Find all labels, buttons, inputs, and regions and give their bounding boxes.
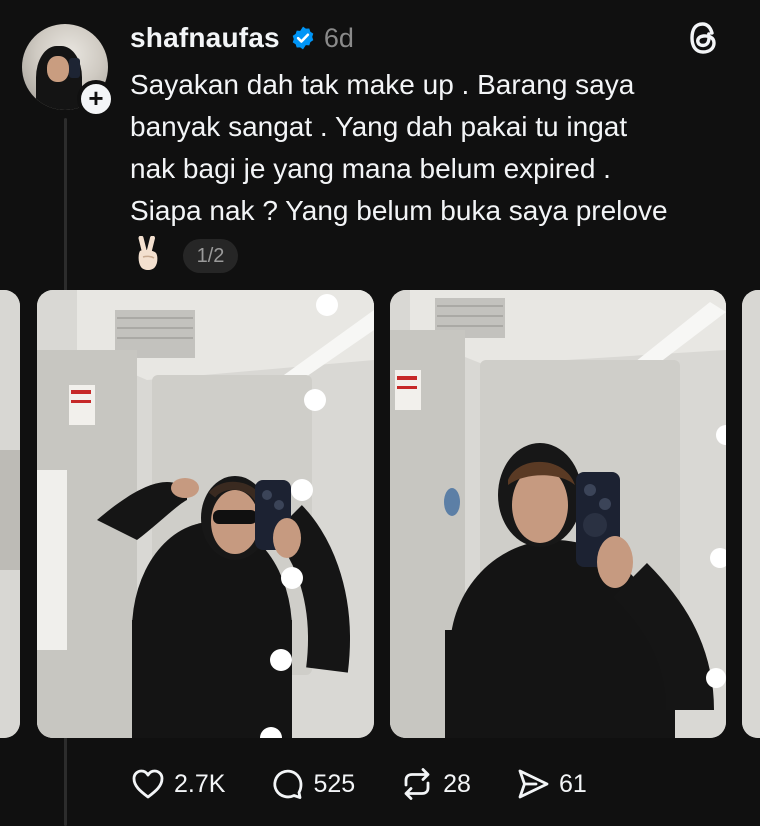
post-header: shafnaufas 6d — [130, 18, 354, 58]
verified-badge-icon — [292, 26, 314, 50]
previous-image-peek[interactable] — [0, 290, 20, 738]
post-image-1[interactable] — [37, 290, 374, 738]
like-count: 2.7K — [174, 769, 226, 798]
victory-hand-icon — [138, 236, 158, 270]
reply-button[interactable]: 525 — [269, 766, 355, 802]
like-button[interactable]: 2.7K — [130, 766, 225, 802]
post-text: Sayakan dah tak make up . Barang saya ba… — [130, 69, 668, 226]
share-count: 61 — [558, 769, 587, 798]
threads-logo-icon[interactable] — [686, 20, 720, 56]
repost-icon — [404, 768, 430, 800]
follow-plus-button[interactable]: + — [77, 80, 115, 118]
page-indicator: 1/2 — [183, 239, 238, 273]
action-bar: 2.7K 525 28 61 — [130, 762, 631, 806]
reply-count: 525 — [313, 769, 356, 798]
comment-icon — [273, 769, 303, 799]
repost-button[interactable]: 28 — [399, 766, 471, 802]
post-time: 6d — [323, 22, 354, 53]
share-icon — [518, 769, 549, 799]
repost-count: 28 — [443, 769, 471, 798]
post-image-2[interactable] — [390, 290, 726, 738]
heart-icon — [132, 769, 164, 799]
share-button[interactable]: 61 — [515, 766, 587, 802]
next-image-peek[interactable] — [742, 290, 760, 738]
username[interactable]: shafnaufas — [130, 22, 280, 54]
